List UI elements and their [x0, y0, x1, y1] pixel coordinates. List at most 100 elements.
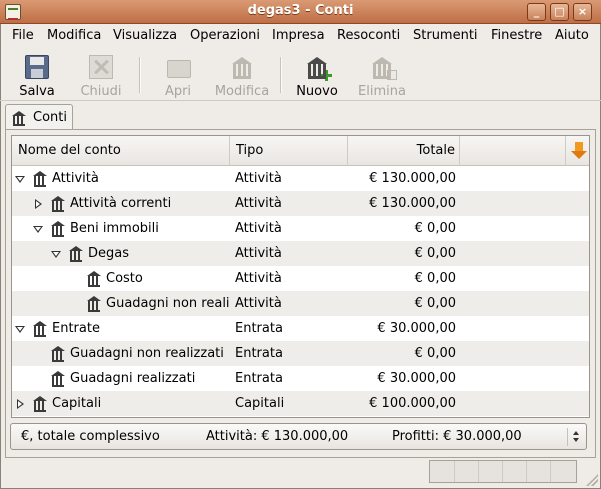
menu-finestre[interactable]: Finestre: [491, 28, 542, 43]
tree-row[interactable]: Guadagni non realizzati Entrata € 0,00: [12, 341, 589, 366]
delete-account-icon: [370, 55, 397, 80]
toolbar-separator: [280, 57, 282, 93]
summary-dropdown-arrow-icon[interactable]: [567, 428, 583, 446]
progress-bar: [429, 460, 577, 483]
bank-icon: [50, 346, 66, 362]
edit-account-icon: [230, 55, 254, 79]
bank-icon: [50, 196, 66, 212]
plus-icon: [321, 70, 332, 81]
account-total: € 30.000,00: [377, 321, 456, 336]
account-name: Capitali: [52, 396, 102, 411]
account-total: € 100.000,00: [369, 396, 456, 411]
new-account-icon: [305, 55, 332, 81]
account-type: Attività: [235, 171, 282, 186]
expander-down-icon[interactable]: [51, 249, 61, 259]
expander-down-icon[interactable]: [33, 224, 43, 234]
tree-row[interactable]: Capitali Capitali € 100.000,00: [12, 391, 589, 416]
close-button[interactable]: ×: [573, 3, 592, 21]
save-label: Salva: [19, 84, 55, 99]
progress-segment: [550, 461, 551, 482]
menu-bar: File Modifica Visualizza Operazioni Impr…: [0, 25, 601, 48]
tree-row[interactable]: Beni immobili Attività € 0,00: [12, 216, 589, 241]
title-bar[interactable]: degas3 - Conti _ □ ×: [0, 0, 601, 24]
account-total: € 0,00: [414, 346, 456, 361]
tab-conti[interactable]: Conti: [5, 104, 73, 130]
tree-row[interactable]: Attività correnti Attività € 130.000,00: [12, 191, 589, 216]
account-total: € 0,00: [414, 246, 456, 261]
account-type: Entrata: [235, 371, 283, 386]
delete-account-label: Elimina: [358, 84, 406, 99]
column-selector-arrow-icon[interactable]: [571, 142, 587, 160]
tree-row[interactable]: Attività Attività € 130.000,00: [12, 166, 589, 191]
account-name: Entrate: [52, 321, 100, 336]
maximize-button[interactable]: □: [550, 3, 569, 21]
menu-operazioni[interactable]: Operazioni: [190, 28, 260, 43]
close-page-label: Chiudi: [80, 84, 122, 99]
toolbar-separator: [139, 57, 141, 93]
bank-icon: [86, 271, 102, 287]
column-header-total[interactable]: Totale: [348, 136, 460, 166]
delete-account-button[interactable]: Elimina: [356, 53, 408, 99]
tree-row[interactable]: Degas Attività € 0,00: [12, 241, 589, 266]
progress-segment: [502, 461, 503, 482]
tree-row[interactable]: Entrate Entrata € 30.000,00: [12, 316, 589, 341]
menu-visualizza[interactable]: Visualizza: [113, 28, 177, 43]
minus-icon: [387, 70, 397, 80]
account-name: Guadagni non realizzati: [70, 346, 224, 361]
bank-icon: [12, 111, 26, 126]
expander-right-icon[interactable]: [34, 199, 44, 209]
accounts-tree[interactable]: Nome del conto Tipo Totale Attività Atti…: [11, 135, 590, 418]
window-title: degas3 - Conti: [247, 3, 354, 18]
tab-label: Conti: [33, 110, 67, 125]
open-account-button[interactable]: Apri: [155, 53, 201, 99]
menu-modifica[interactable]: Modifica: [47, 28, 101, 43]
menu-strumenti[interactable]: Strumenti: [413, 28, 478, 43]
progress-segment: [478, 461, 479, 482]
account-name: Beni immobili: [70, 221, 159, 236]
new-account-label: Nuovo: [296, 84, 338, 99]
tree-row[interactable]: Guadagni realizzati Entrata € 30.000,00: [12, 366, 589, 391]
tree-rows: Attività Attività € 130.000,00 Attività …: [12, 166, 589, 416]
account-type: Attività: [235, 296, 282, 311]
status-bar: [0, 458, 601, 489]
account-total: € 30.000,00: [377, 371, 456, 386]
column-header-name[interactable]: Nome del conto: [12, 136, 230, 166]
tree-header: Nome del conto Tipo Totale: [12, 136, 589, 166]
account-type: Attività: [235, 271, 282, 286]
bank-icon: [50, 371, 66, 387]
menu-impresa[interactable]: Impresa: [272, 28, 325, 43]
account-total: € 0,00: [414, 296, 456, 311]
account-type: Attività: [235, 246, 282, 261]
accounts-panel: Nome del conto Tipo Totale Attività Atti…: [5, 129, 596, 458]
account-total: € 0,00: [414, 221, 456, 236]
bank-icon: [32, 171, 48, 187]
menu-resoconti[interactable]: Resoconti: [337, 28, 400, 43]
account-type: Attività: [235, 196, 282, 211]
expander-right-icon[interactable]: [16, 399, 26, 409]
summary-bar[interactable]: €, totale complessivo Attività: € 130.00…: [10, 423, 587, 450]
column-header-type[interactable]: Tipo: [230, 136, 348, 166]
floppy-disk-icon: [25, 55, 49, 79]
expander-down-icon[interactable]: [15, 174, 25, 184]
menu-aiuto[interactable]: Aiuto: [555, 28, 589, 43]
account-type: Entrata: [235, 346, 283, 361]
progress-segment: [454, 461, 455, 482]
minimize-button[interactable]: _: [527, 3, 546, 21]
new-account-button[interactable]: Nuovo: [294, 53, 340, 99]
resize-grip[interactable]: [586, 474, 598, 486]
expander-down-icon[interactable]: [15, 324, 25, 334]
bank-icon: [32, 321, 48, 337]
menu-file[interactable]: File: [12, 28, 34, 43]
save-button[interactable]: Salva: [14, 53, 60, 99]
account-total: € 0,00: [414, 271, 456, 286]
account-type: Capitali: [235, 396, 285, 411]
close-page-button[interactable]: Chiudi: [78, 53, 124, 99]
account-name: Costo: [106, 271, 143, 286]
tree-row[interactable]: Costo Attività € 0,00: [12, 266, 589, 291]
bank-icon: [32, 396, 48, 412]
account-name: Guadagni non realizzati: [106, 296, 229, 311]
tree-row[interactable]: Guadagni non realizzati Attività € 0,00: [12, 291, 589, 316]
account-type: Attività: [235, 221, 282, 236]
account-name: Guadagni realizzati: [70, 371, 196, 386]
edit-account-button[interactable]: Modifica: [212, 53, 272, 99]
